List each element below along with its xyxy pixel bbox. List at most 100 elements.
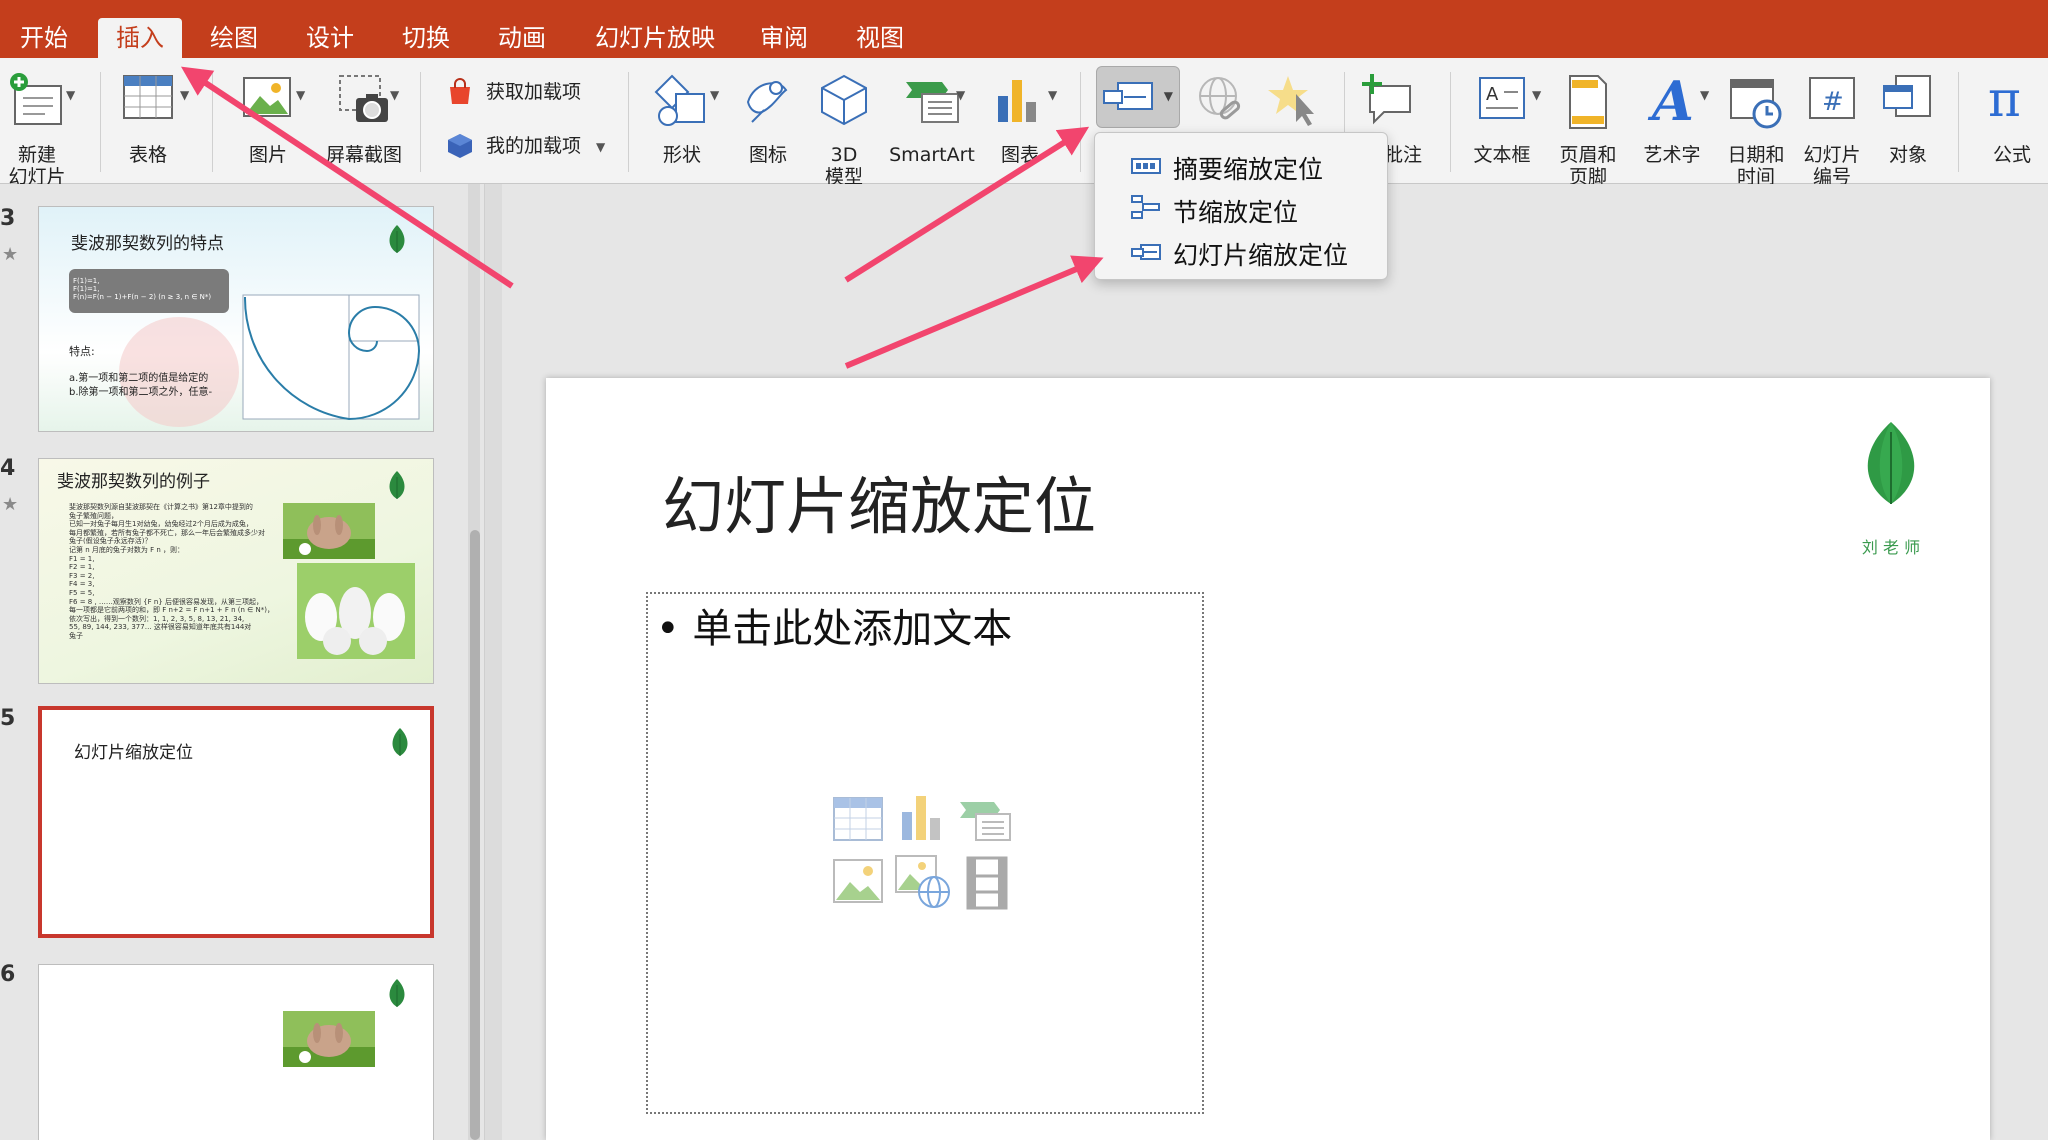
ribbon-separator [100, 72, 101, 172]
zoom-icon [1103, 82, 1154, 110]
new-slide-dropdown-icon[interactable]: ▼ [66, 88, 75, 102]
tab-insert[interactable]: 插入 [98, 18, 182, 58]
smartart-label: SmartArt [889, 144, 975, 166]
new-slide-icon [10, 73, 62, 125]
smartart-dropdown-icon[interactable]: ▼ [956, 88, 965, 102]
tab-review[interactable]: 审阅 [752, 18, 816, 58]
slide-zoom-icon [1131, 244, 1161, 260]
smartart-button[interactable]: SmartArt [882, 68, 982, 184]
get-addins-button[interactable]: 获取加载项 [446, 72, 646, 112]
chart-button[interactable]: 图表 [982, 68, 1058, 184]
tab-animations[interactable]: 动画 [490, 18, 554, 58]
ribbon-separator [212, 72, 213, 172]
tab-slideshow[interactable]: 幻灯片放映 [588, 18, 722, 58]
content-placeholder-prompt[interactable]: • 单击此处添加文本 [656, 596, 1012, 654]
equation-button[interactable]: π 公式 [1976, 68, 2048, 184]
thumbnail-scrollbar-thumb[interactable] [470, 530, 480, 1140]
tab-home[interactable]: 开始 [12, 18, 76, 58]
thumbnail-text: a.第一项和第二项的值是给定的 [69, 373, 209, 384]
content-placeholder[interactable] [646, 592, 1204, 1114]
thumbnail-text: F2 = 1, [69, 563, 95, 572]
ribbon-tab-bar: 开始 插入 绘图 设计 切换 动画 幻灯片放映 审阅 视图 [0, 0, 2048, 58]
screenshot-button[interactable]: 屏幕截图 [316, 68, 412, 184]
rabbits-photo [297, 563, 415, 659]
comment-icon [1362, 74, 1411, 125]
picture-button[interactable]: 图片 [230, 68, 306, 184]
3d-model-button[interactable]: 3D 模型 [806, 68, 882, 188]
cube-icon [821, 74, 867, 126]
insert-video-icon[interactable] [964, 856, 1010, 910]
screenshot-dropdown-icon[interactable]: ▼ [390, 88, 399, 102]
tab-draw[interactable]: 绘图 [202, 18, 266, 58]
3d-model-label: 3D 模型 [824, 144, 863, 188]
table-button[interactable]: 表格 [110, 68, 186, 184]
slide-title[interactable]: 幻灯片缩放定位 [662, 456, 1096, 546]
thumbnail-text: F4 = 3, [69, 580, 95, 589]
my-addins-button[interactable]: 我的加载项 [446, 126, 646, 166]
shapes-button[interactable]: 形状 [644, 68, 720, 184]
leaf-logo-icon [389, 225, 405, 253]
slide-thumbnail[interactable] [38, 964, 434, 1140]
picture-dropdown-icon[interactable]: ▼ [296, 88, 305, 102]
zoom-button[interactable]: ▼ [1096, 66, 1180, 128]
wordart-dropdown-icon[interactable]: ▼ [1700, 88, 1709, 102]
shapes-label: 形状 [662, 144, 701, 166]
chart-dropdown-icon[interactable]: ▼ [1048, 88, 1057, 102]
picture-icon [243, 77, 291, 117]
tab-design[interactable]: 设计 [298, 18, 362, 58]
wordart-button[interactable]: A 艺术字 [1630, 68, 1714, 184]
placeholder-text: 单击此处添加文本 [692, 606, 1013, 652]
pi-icon: π [1988, 72, 2021, 128]
table-dropdown-icon[interactable]: ▼ [180, 88, 189, 102]
my-addins-dropdown-icon[interactable]: ▼ [596, 140, 605, 154]
menu-item-summary-zoom[interactable]: 摘要缩放定位 [1095, 144, 1387, 186]
slide-number-6: 6 [0, 962, 16, 987]
shapes-dropdown-icon[interactable]: ▼ [710, 88, 719, 102]
insert-smartart-icon[interactable] [958, 796, 1014, 842]
insert-online-picture-icon[interactable] [894, 854, 952, 910]
picture-label: 图片 [248, 144, 287, 166]
menu-item-slide-zoom[interactable]: 幻灯片缩放定位 [1095, 230, 1387, 272]
datetime-button[interactable]: 日期和 时间 [1714, 68, 1798, 188]
header-footer-button[interactable]: 页眉和 页脚 [1546, 68, 1630, 188]
fibonacci-spiral-diagram [242, 294, 421, 421]
table-icon [123, 75, 173, 119]
textbox-button[interactable]: A 文本框 [1462, 68, 1542, 184]
my-addins-label: 我的加载项 [486, 135, 582, 157]
tab-transitions[interactable]: 切换 [394, 18, 458, 58]
logo-caption: 刘 老 师 [1861, 538, 1921, 557]
new-slide-label: 新建 幻灯片 [8, 144, 66, 188]
leaf-logo-icon [392, 728, 408, 756]
object-button[interactable]: 对象 [1868, 68, 1948, 184]
menu-item-label: 幻灯片缩放定位 [1173, 241, 1349, 270]
rabbit-photo [283, 503, 375, 559]
icons-button[interactable]: 图标 [730, 68, 806, 184]
summary-zoom-icon [1131, 158, 1161, 174]
insert-picture-icon[interactable] [832, 858, 884, 904]
slide-thumbnail[interactable]: 斐波那契数列的特点 F(1)=1, F(1)=1, F(n)=F(n − 1)+… [38, 206, 434, 432]
menu-item-label: 节缩放定位 [1173, 198, 1299, 227]
menu-item-section-zoom[interactable]: 节缩放定位 [1095, 187, 1387, 229]
thumbnail-text: 兔子 [69, 631, 83, 640]
new-slide-button[interactable]: 新建 幻灯片 [0, 68, 74, 188]
ribbon-separator [1958, 72, 1959, 172]
rabbit-photo [283, 1011, 375, 1067]
zoom-dropdown-icon: ▼ [1163, 89, 1173, 103]
thumbnail-text: 兔子繁殖问题， [69, 511, 118, 520]
svg-text:A: A [1486, 84, 1499, 105]
textbox-label: 文本框 [1473, 144, 1531, 166]
insert-chart-icon[interactable] [898, 792, 948, 842]
insert-table-icon[interactable] [832, 796, 884, 842]
pane-splitter[interactable] [484, 184, 502, 1140]
thumbnail-text: 每一项都是它前两项的和，即 F n+2 = F n+1 + F n (n ∈ N… [69, 606, 274, 615]
icons-label: 图标 [748, 144, 787, 166]
slide-thumbnail-selected[interactable]: 幻灯片缩放定位 [38, 706, 434, 938]
tab-view[interactable]: 视图 [848, 18, 912, 58]
slide-number-icon: # [1809, 77, 1855, 119]
textbox-dropdown-icon[interactable]: ▼ [1532, 88, 1541, 102]
svg-text:A: A [1647, 72, 1694, 128]
thumbnail-text: 兔子(假设兔子永远存活)？ [69, 537, 152, 546]
thumbnail-text: 已知一对兔子每月生1对幼兔，幼兔经过2个月后成为成兔， [69, 520, 253, 529]
slide-thumbnail[interactable]: 斐波那契数列的例子 斐波那契数列源自斐波那契在《计算之书》第12章中提到的 兔子繁… [38, 458, 434, 684]
slide-number-button[interactable]: # 幻灯片 编号 [1790, 68, 1874, 188]
